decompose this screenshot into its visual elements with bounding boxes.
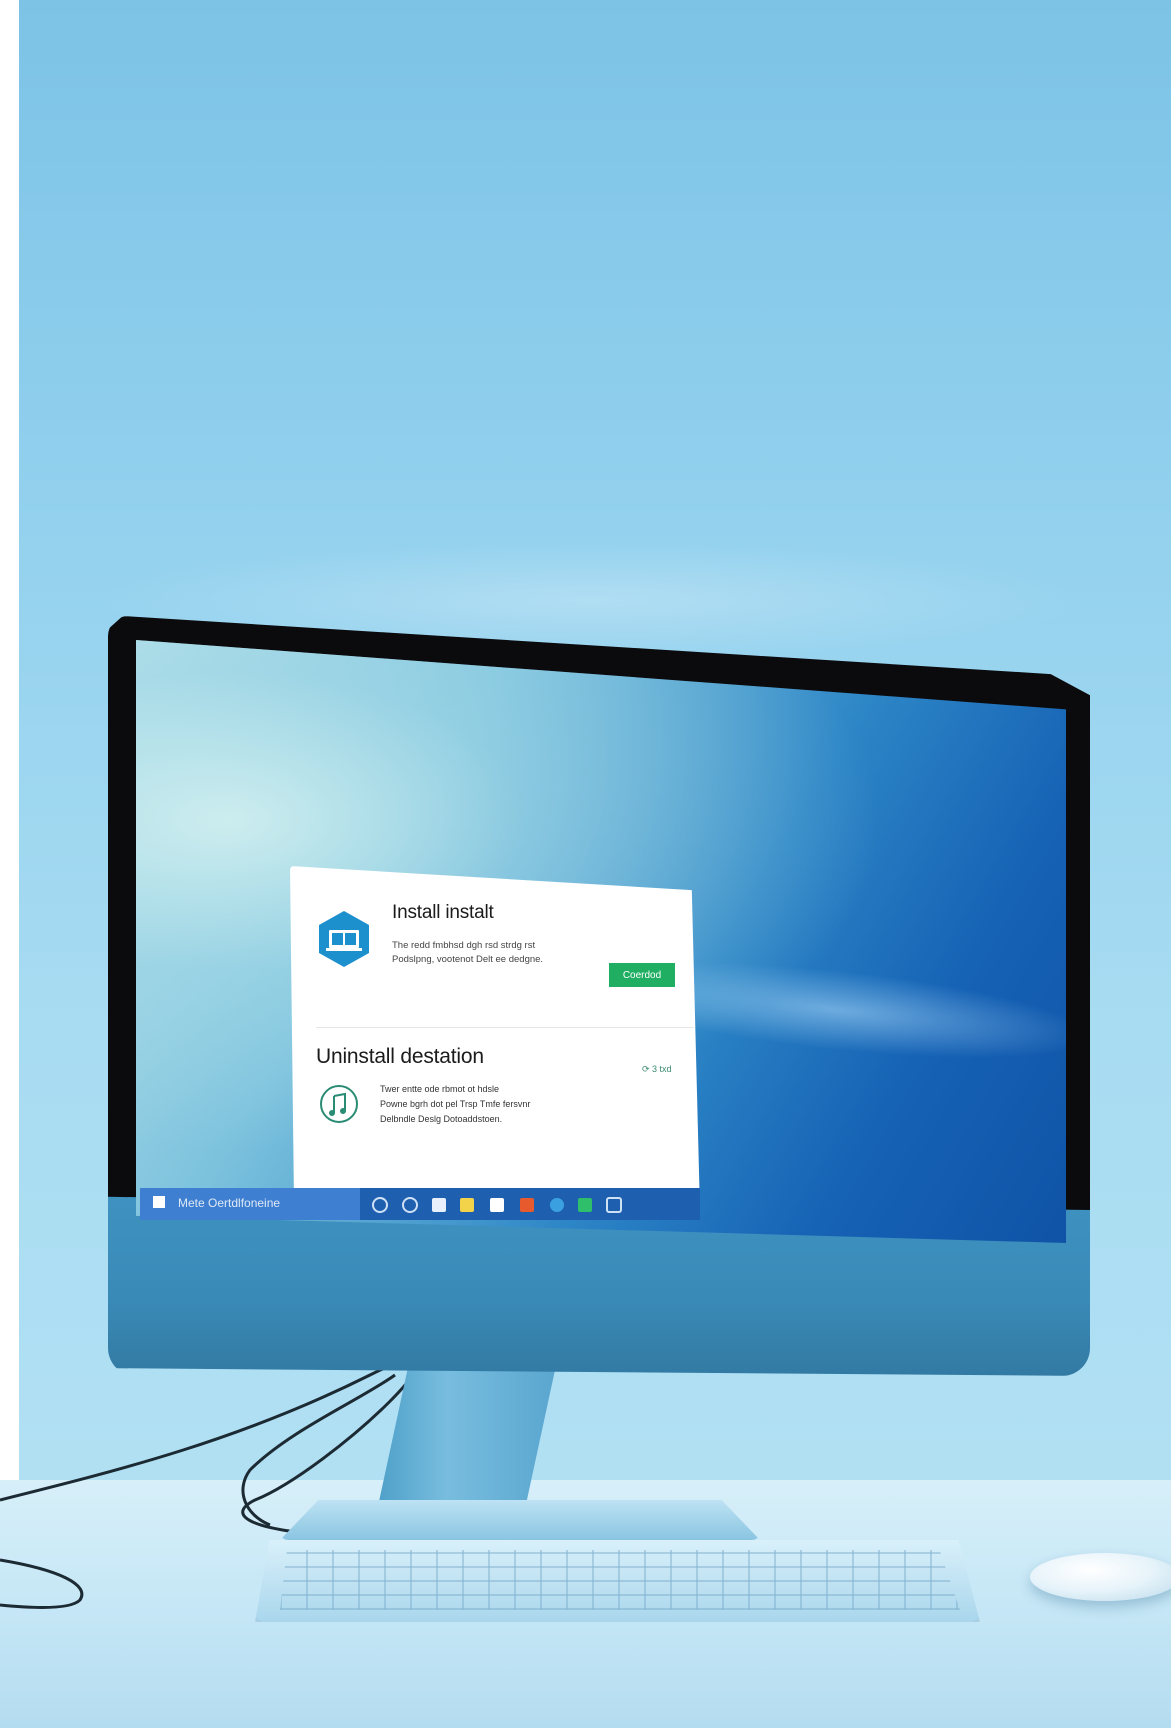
folder-icon[interactable] xyxy=(460,1198,474,1212)
cortana-icon[interactable] xyxy=(402,1197,418,1213)
file-explorer-icon[interactable] xyxy=(432,1198,446,1212)
photo-scene: Install instalt The redd fmbhsd dgh rsd … xyxy=(0,0,1171,1728)
store-icon[interactable] xyxy=(490,1198,504,1212)
install-description-line: Podslpng, vootenot Delt ee dedgne. xyxy=(392,954,544,965)
chat-icon[interactable] xyxy=(578,1198,592,1212)
uninstall-description-line: Delbndle Deslg Dotoaddstoen. xyxy=(380,1114,503,1124)
install-description: The redd fmbhsd dgh rsd strdg rst Podslp… xyxy=(392,939,592,967)
dialog-divider xyxy=(316,1027,694,1028)
uninstall-status: ⟳ 3 txd xyxy=(642,1064,672,1074)
uninstall-description-line: Powne bgrh dot pel Trsp Tmfe fersvnr xyxy=(380,1099,531,1109)
mouse xyxy=(1030,1553,1171,1601)
browser-icon[interactable] xyxy=(550,1198,564,1212)
uninstall-heading: Uninstall destation xyxy=(316,1045,484,1068)
uninstall-description-line: Twer entte ode rbmot ot hdsle xyxy=(380,1084,500,1094)
monitor-stand-base xyxy=(280,1500,760,1540)
install-description-line: The redd fmbhsd dgh rsd strdg rst xyxy=(392,940,536,951)
install-title: Install instalt xyxy=(392,902,494,923)
settings-icon[interactable] xyxy=(606,1197,622,1213)
start-icon[interactable] xyxy=(153,1196,165,1208)
install-button[interactable]: Coerdod xyxy=(609,963,675,987)
uninstall-description: Twer entte ode rbmot ot hdsle Powne bgrh… xyxy=(380,1082,590,1127)
keyboard-keys xyxy=(280,1550,960,1610)
task-view-icon[interactable] xyxy=(372,1197,388,1213)
app-hexagon-icon xyxy=(319,911,369,967)
music-note-icon xyxy=(320,1085,358,1123)
app-orange-icon[interactable] xyxy=(520,1198,534,1212)
taskbar-search-text[interactable]: Mete Oertdlfoneine xyxy=(178,1196,280,1210)
